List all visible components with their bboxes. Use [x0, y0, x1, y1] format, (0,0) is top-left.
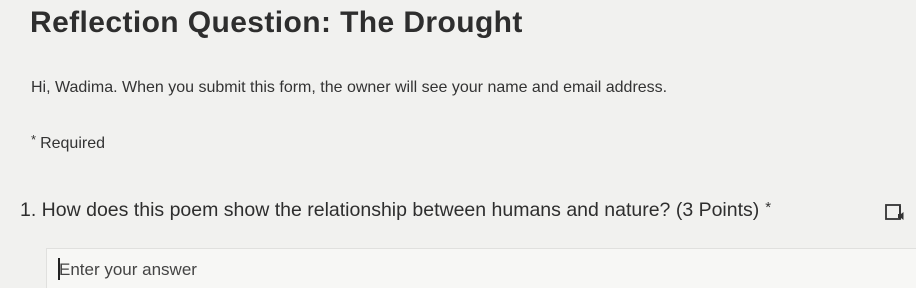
question-1: 1. How does this poem show the relations… [20, 199, 910, 225]
required-asterisk: * [31, 132, 37, 147]
answer-input[interactable] [59, 259, 899, 281]
required-label: Required [40, 135, 105, 152]
privacy-notice: Hi, Wadima. When you submit this form, t… [31, 79, 668, 96]
form-page: Reflection Question: The Drought Hi, Wad… [0, 0, 916, 288]
immersive-reader-glyph [885, 204, 904, 220]
immersive-reader-icon[interactable] [884, 201, 906, 223]
question-title-wrap: 1. How does this poem show the relations… [20, 199, 771, 222]
question-title: 1. How does this poem show the relations… [20, 199, 760, 221]
form-title: Reflection Question: The Drought [30, 6, 523, 39]
question-required-asterisk: * [765, 199, 772, 216]
answer-field-container[interactable] [46, 248, 916, 288]
required-legend: * Required [31, 132, 105, 153]
